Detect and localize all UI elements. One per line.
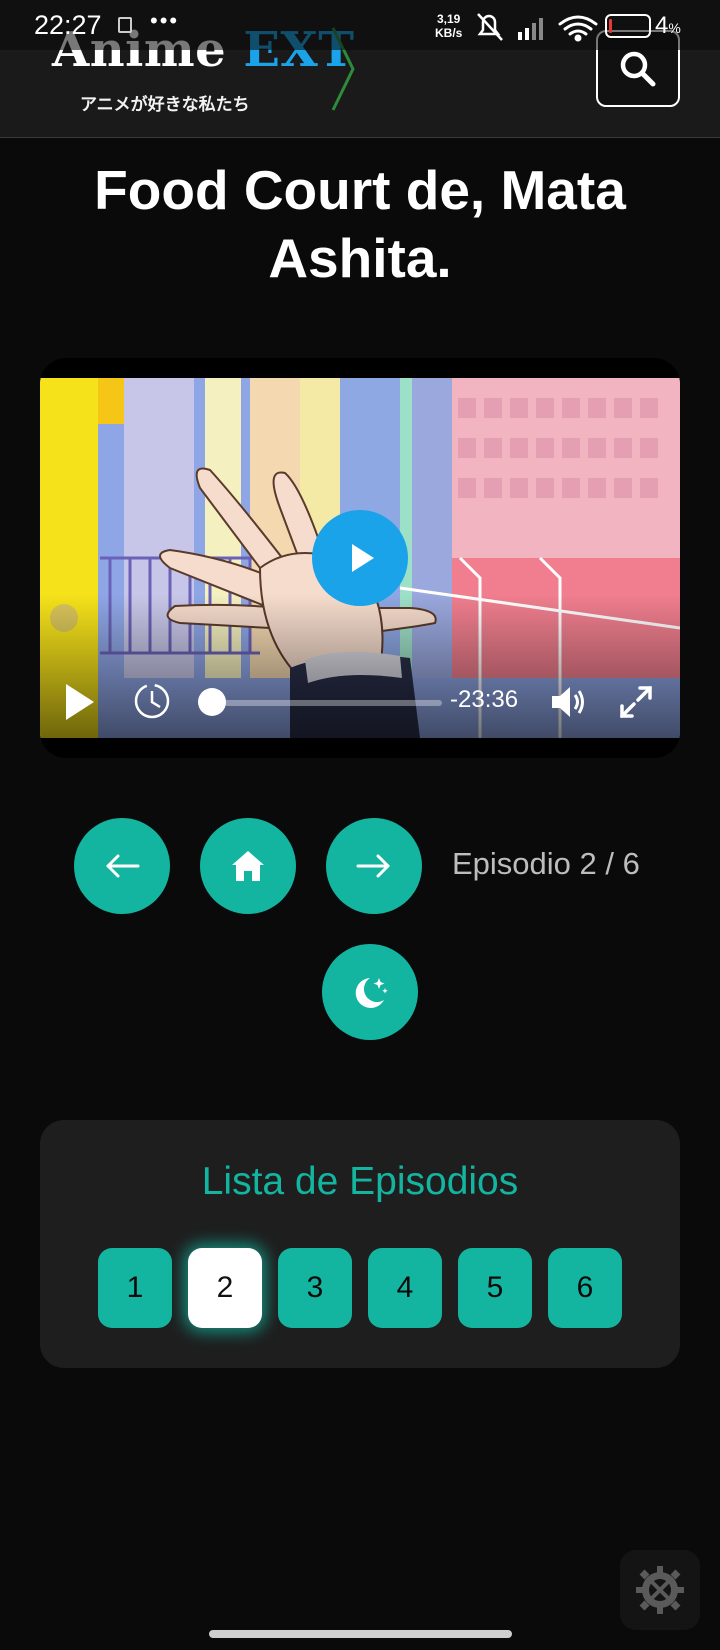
muted-bell-icon (477, 13, 503, 41)
search-icon (620, 51, 656, 86)
logo-subtitle: アニメが好きな私たち (80, 95, 250, 115)
progress-knob[interactable] (198, 688, 226, 716)
notification-icon (118, 17, 132, 33)
status-time: 22:27 (34, 10, 102, 40)
arrow-right-icon (356, 854, 390, 878)
episode-list-panel: Lista de Episodios 1 2 3 4 5 6 (40, 1120, 680, 1368)
play-control-button[interactable] (62, 680, 98, 724)
fullscreen-icon[interactable] (618, 684, 654, 720)
episode-button-5[interactable]: 5 (458, 1248, 532, 1328)
episode-button-6[interactable]: 6 (548, 1248, 622, 1328)
play-icon (352, 544, 374, 572)
episode-button-4[interactable]: 4 (368, 1248, 442, 1328)
signal-icon (518, 18, 543, 40)
progress-track[interactable] (212, 700, 442, 706)
episode-button-1[interactable]: 1 (98, 1248, 172, 1328)
network-speed-unit: KB/s (435, 26, 463, 40)
night-mode-button[interactable] (322, 944, 418, 1040)
home-icon (232, 851, 264, 881)
play-overlay-button[interactable] (312, 510, 408, 606)
moon-stars-icon (355, 978, 388, 1008)
settings-tools-icon (636, 1566, 684, 1614)
video-player[interactable]: -23:36 (40, 358, 680, 758)
battery-percent: 4% (655, 12, 681, 39)
volume-icon[interactable] (548, 682, 588, 722)
home-indicator-bar[interactable] (209, 1630, 512, 1638)
episode-buttons-row: 1 2 3 4 5 6 (98, 1248, 622, 1328)
status-bar: 22:27 ••• 3,19 KB/s 4% (0, 0, 720, 50)
network-speed: 3,19 KB/s (435, 12, 462, 40)
episode-button-3[interactable]: 3 (278, 1248, 352, 1328)
anime-title: Food Court de, Mata Ashita. (94, 159, 626, 289)
time-remaining: -23:36 (450, 686, 519, 713)
more-notifications-icon: ••• (150, 8, 180, 33)
battery-icon (605, 14, 651, 38)
previous-episode-button[interactable] (74, 818, 170, 914)
network-speed-value: 3,19 (436, 12, 461, 26)
wifi-icon (558, 15, 598, 42)
arrow-left-icon (106, 854, 140, 878)
settings-button[interactable] (620, 1550, 700, 1630)
episode-button-2[interactable]: 2 (188, 1248, 262, 1328)
next-episode-button[interactable] (326, 818, 422, 914)
episode-indicator: Episodio 2 / 6 (452, 846, 640, 881)
episode-list-heading: Lista de Episodios (201, 1160, 519, 1203)
replay-timer-icon[interactable] (132, 681, 172, 721)
home-button[interactable] (200, 818, 296, 914)
